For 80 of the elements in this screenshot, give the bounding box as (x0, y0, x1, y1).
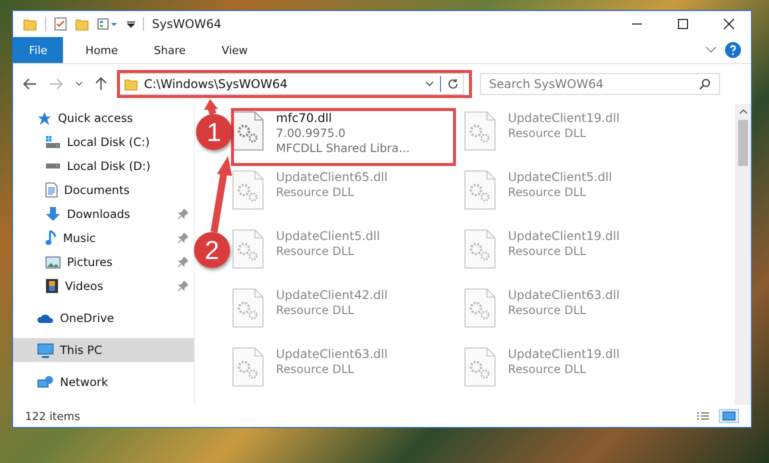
file-name[interactable]: UpdateClient5.dll (276, 229, 380, 244)
document-icon (45, 182, 58, 198)
close-icon[interactable] (723, 18, 735, 30)
file-name[interactable]: mfc70.dll (276, 111, 410, 126)
drive-icon (45, 163, 61, 169)
star-icon (37, 110, 52, 126)
file-detail: MFCDLL Shared Libra... (276, 141, 410, 156)
properties-icon[interactable] (54, 17, 67, 31)
back-arrow-icon[interactable] (23, 78, 37, 90)
ribbon-tab[interactable]: View (208, 37, 262, 63)
vertical-scrollbar[interactable] (735, 104, 751, 405)
pin-icon[interactable] (178, 257, 188, 267)
callout-arrow (204, 99, 218, 116)
file-detail: Resource DLL (276, 185, 356, 200)
sidebar-item[interactable]: Downloads (13, 202, 194, 226)
down-arrow-icon (45, 206, 61, 222)
dll-file-icon[interactable] (232, 111, 264, 151)
file-name[interactable]: UpdateClient19.dll (508, 111, 620, 126)
customize-toolbar-icon[interactable] (97, 17, 119, 31)
system-drive-icon (45, 135, 61, 149)
new-folder-icon[interactable] (75, 17, 89, 31)
ribbon-tab[interactable]: Share (140, 37, 200, 63)
item-count: 122 items (25, 410, 80, 422)
search-icon (699, 78, 711, 90)
window-title: SysWOW64 (152, 17, 222, 31)
monitor-icon (37, 342, 54, 358)
expand-ribbon-icon[interactable] (705, 46, 717, 54)
file-detail: Resource DLL (276, 303, 356, 318)
details-view-icon (696, 411, 710, 421)
file-detail: 7.00.9975.0 (276, 126, 346, 141)
refresh-icon[interactable] (447, 78, 459, 90)
scroll-up-icon[interactable] (738, 109, 748, 114)
file-detail: Resource DLL (276, 362, 356, 377)
view-toggle-button[interactable] (719, 409, 739, 423)
file-detail: Resource DLL (508, 362, 588, 377)
address-bar[interactable]: C:\Windows\SysWOW64 (119, 73, 464, 95)
scrollbar-thumb[interactable] (738, 120, 748, 166)
cloud-icon (37, 312, 54, 324)
sidebar-item[interactable]: Local Disk (C:) (13, 130, 194, 154)
file-name[interactable]: UpdateClient5.dll (508, 170, 612, 185)
folder-icon[interactable] (23, 17, 37, 31)
file-name[interactable]: UpdateClient19.dll (508, 347, 620, 362)
sidebar-item[interactable]: Videos (13, 274, 194, 298)
folder-icon (124, 77, 138, 91)
file-name[interactable]: UpdateClient42.dll (276, 288, 388, 303)
file-detail: Resource DLL (276, 244, 356, 259)
sidebar-item[interactable]: Music (13, 226, 194, 250)
ribbon-tab[interactable]: File (13, 37, 64, 63)
file-name[interactable]: UpdateClient63.dll (508, 288, 620, 303)
file-detail: Resource DLL (508, 303, 588, 318)
recent-locations-icon[interactable] (75, 81, 83, 87)
sidebar-item[interactable]: Pictures (13, 250, 194, 274)
pin-icon[interactable] (178, 281, 188, 291)
file-name[interactable]: UpdateClient19.dll (508, 229, 620, 244)
file-detail: Resource DLL (508, 185, 588, 200)
file-detail: Resource DLL (508, 126, 588, 141)
sidebar-item[interactable]: Quick access (13, 106, 194, 130)
music-note-icon (45, 230, 57, 246)
search-field[interactable]: Search SysWOW64 (480, 73, 720, 95)
file-detail: Resource DLL (508, 244, 588, 259)
up-arrow-icon[interactable] (95, 77, 107, 91)
sidebar-item[interactable]: Local Disk (D:) (13, 154, 194, 178)
sidebar-item[interactable]: This PC (13, 338, 194, 362)
pin-icon[interactable] (178, 209, 188, 219)
film-strip-icon (45, 278, 59, 294)
pin-icon[interactable] (178, 233, 188, 243)
tiles-view-icon (722, 411, 736, 421)
network-icon (37, 374, 54, 390)
sidebar-item[interactable]: Documents (13, 178, 194, 202)
ribbon-tab[interactable]: Home (71, 37, 132, 63)
file-name[interactable]: UpdateClient63.dll (276, 347, 388, 362)
sidebar-item[interactable]: OneDrive (13, 306, 194, 330)
dropdown-icon[interactable] (425, 81, 434, 87)
picture-icon (45, 256, 61, 268)
forward-arrow-icon[interactable] (49, 78, 63, 90)
help-icon[interactable] (725, 42, 741, 58)
sidebar-item[interactable]: Network (13, 370, 194, 394)
dropdown-icon[interactable] (127, 19, 135, 29)
maximize-icon[interactable] (677, 18, 689, 30)
file-name[interactable]: UpdateClient65.dll (276, 170, 388, 185)
